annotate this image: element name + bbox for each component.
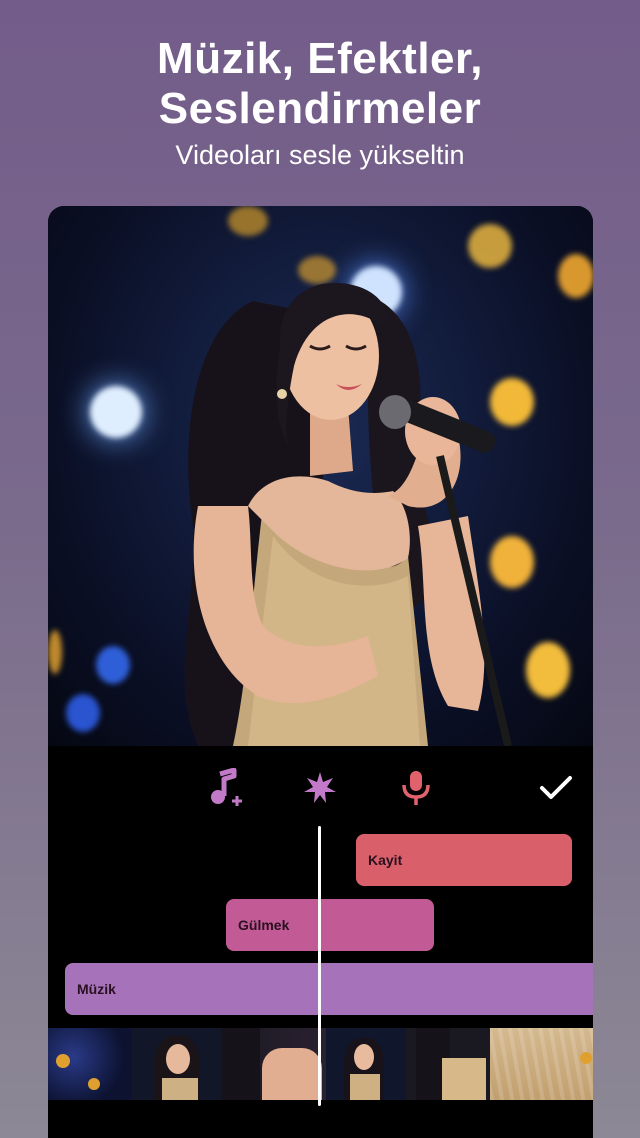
timeline-frame — [490, 1028, 593, 1100]
effects-star-icon — [304, 772, 336, 803]
headline-line-2: Seslendirmeler — [158, 84, 482, 133]
record-voice-button[interactable] — [394, 766, 438, 810]
singer-illustration — [184, 282, 512, 746]
recording-track[interactable]: Kayit — [356, 834, 572, 886]
subtitle: Videoları sesle yükseltin — [175, 140, 465, 170]
video-preview[interactable] — [48, 206, 593, 746]
recording-track-label: Kayit — [368, 852, 403, 868]
laugh-effect-track[interactable]: Gülmek — [226, 899, 434, 951]
headline: Müzik, Efektler, Seslendirmeler — [0, 34, 640, 134]
phone-screen: Kayit Gülmek Müzik — [48, 206, 593, 1138]
microphone-icon — [402, 771, 430, 805]
confirm-button[interactable] — [534, 766, 578, 810]
effects-button[interactable] — [298, 766, 342, 810]
checkmark-icon — [540, 776, 572, 799]
headline-line-1: Müzik, Efektler, — [157, 34, 483, 83]
timeline-frame — [132, 1028, 222, 1100]
music-track-label: Müzik — [77, 981, 116, 997]
timeline-frame — [406, 1028, 490, 1100]
timeline-frame — [326, 1028, 406, 1100]
timeline-playhead[interactable] — [318, 826, 321, 1106]
audio-editor-panel: Kayit Gülmek Müzik — [48, 746, 593, 1138]
laugh-track-label: Gülmek — [238, 917, 290, 933]
timeline-frame — [222, 1028, 326, 1100]
add-music-button[interactable] — [205, 766, 249, 810]
music-track[interactable]: Müzik — [65, 963, 593, 1015]
music-add-icon — [211, 768, 242, 806]
timeline-frame — [48, 1028, 132, 1100]
